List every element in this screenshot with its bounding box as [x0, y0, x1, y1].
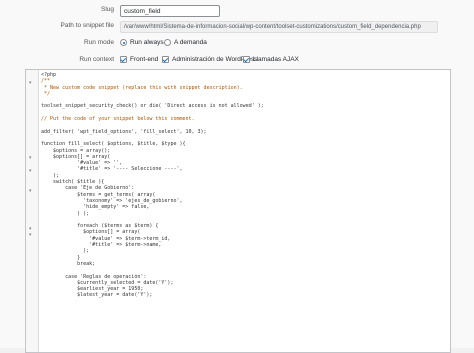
wp-admin-checkbox[interactable]	[162, 56, 169, 63]
on-demand-label: A demanda	[174, 39, 207, 46]
on-demand-radio[interactable]	[164, 39, 171, 46]
path-field[interactable]: /var/www/html/Sistema-de-informacion-soc…	[120, 21, 438, 33]
on-demand-option[interactable]: A demanda	[164, 39, 207, 46]
code-line[interactable]: $latest_year = date('Y');	[41, 292, 446, 298]
run-context-label: Run context	[79, 56, 114, 63]
fold-arrow-icon[interactable]: ▾	[29, 80, 32, 86]
run-always-radio[interactable]	[120, 39, 127, 46]
run-mode-row: Run mode Run always A demanda	[0, 37, 474, 55]
path-label: Path to snippet file	[60, 22, 114, 29]
run-mode-label: Run mode	[84, 39, 114, 46]
code-content[interactable]: <?php/** * New custom code snippet (repl…	[41, 72, 446, 299]
snippet-settings-panel: Slug custom_field Path to snippet file /…	[0, 0, 474, 353]
slug-input[interactable]: custom_field	[120, 5, 220, 17]
fold-arrow-icon[interactable]: ▾	[29, 155, 32, 161]
run-always-option[interactable]: Run always	[120, 39, 164, 46]
code-editor[interactable]: ▾ ▾ ▾ ▾ ▾ ▾ <?php/** * New custom code s…	[25, 69, 451, 353]
front-end-option[interactable]: Front-end	[120, 56, 158, 63]
run-always-label: Run always	[130, 39, 164, 46]
front-end-label: Front-end	[130, 56, 159, 63]
fold-arrow-icon[interactable]: ▾	[29, 188, 32, 194]
fold-arrow-icon[interactable]: ▾	[29, 168, 32, 174]
fold-arrow-icon[interactable]: ▾	[29, 232, 32, 238]
ajax-option[interactable]: Llamadas AJAX	[243, 56, 299, 63]
front-end-checkbox[interactable]	[120, 56, 127, 63]
path-row: Path to snippet file /var/www/html/Siste…	[0, 20, 474, 38]
slug-label: Slug	[100, 6, 114, 13]
ajax-label: Llamadas AJAX	[253, 56, 299, 63]
editor-gutter: ▾ ▾ ▾ ▾ ▾ ▾	[26, 70, 39, 352]
ajax-checkbox[interactable]	[243, 56, 250, 63]
